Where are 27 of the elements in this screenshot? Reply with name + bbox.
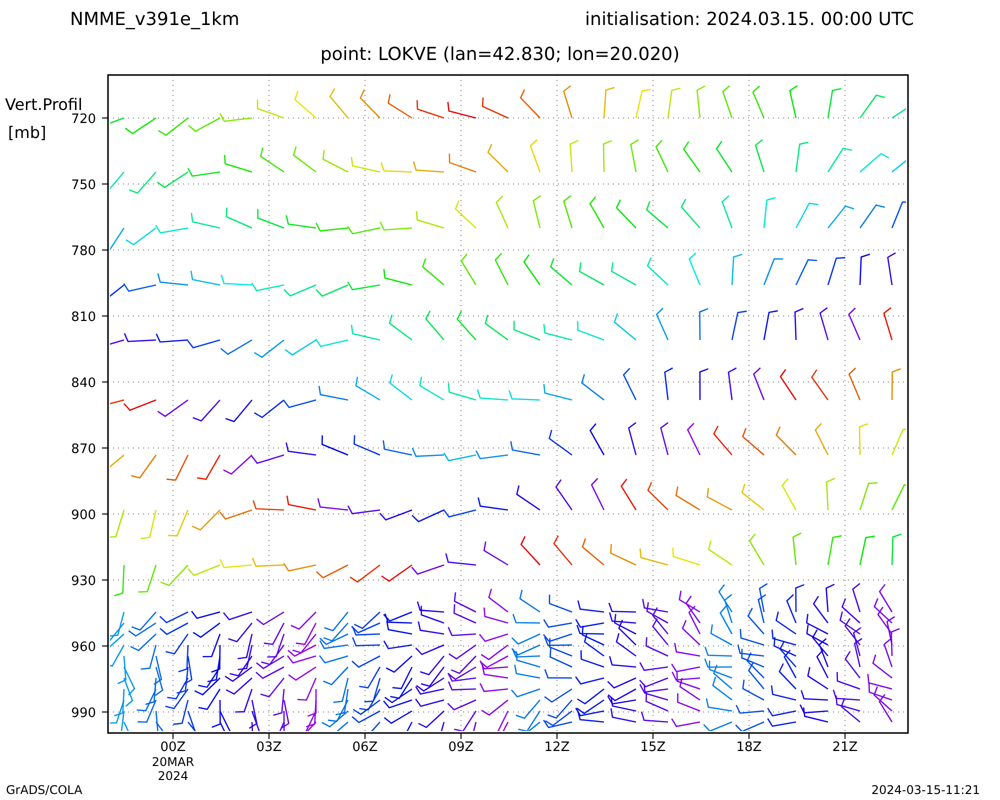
footer-timestamp: 2024-03-15-11:21 (871, 783, 980, 797)
x-tick-label: 15Z (640, 740, 666, 755)
y-tick-label: 960 (71, 640, 96, 655)
y-axis-title: Vert.Profil (5, 95, 82, 114)
y-tick-label: 930 (71, 574, 96, 589)
y-tick-label: 900 (71, 508, 96, 523)
x-tick-label: 03Z (256, 740, 282, 755)
y-tick-label: 750 (71, 178, 96, 193)
y-axis-title: [mb] (8, 123, 46, 142)
initialisation-time: initialisation: 2024.03.15. 00:00 UTC (585, 8, 914, 30)
x-tick-label: 21Z (832, 740, 858, 755)
x-tick-label: 12Z (544, 740, 570, 755)
x-tick-label: 09Z (448, 740, 474, 755)
y-tick-label: 720 (71, 112, 96, 127)
y-tick-label: 840 (71, 376, 96, 391)
y-tick-label: 870 (71, 442, 96, 457)
footer-credit: GrADS/COLA (6, 783, 82, 797)
x-tick-label: 06Z (352, 740, 378, 755)
point-title: point: LOKVE (lan=42.830; lon=20.020) (320, 44, 680, 64)
y-tick-label: 990 (71, 706, 96, 721)
x-tick-date: 20MAR (152, 755, 194, 769)
x-tick-date: 2024 (158, 769, 188, 780)
y-tick-label: 810 (71, 310, 96, 325)
x-tick-label: 00Z (160, 740, 186, 755)
x-tick-label: 18Z (736, 740, 762, 755)
y-tick-label: 780 (71, 244, 96, 259)
model-title: NMME_v391e_1km (70, 8, 240, 30)
